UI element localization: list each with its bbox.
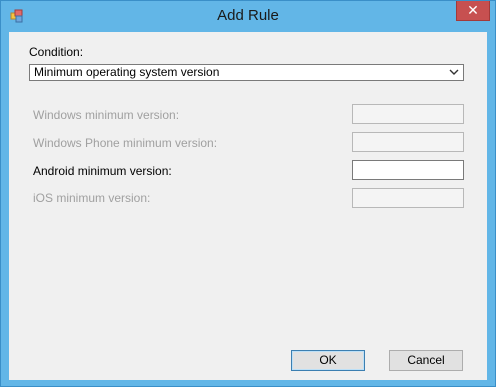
condition-dropdown[interactable]: Minimum operating system version bbox=[29, 64, 464, 81]
windows-min-version-label: Windows minimum version: bbox=[33, 108, 180, 122]
add-rule-dialog: Add Rule ✕ Condition: Minimum operating … bbox=[0, 0, 496, 387]
windows-phone-min-version-field bbox=[352, 132, 464, 152]
windows-min-version-field bbox=[352, 104, 464, 124]
android-min-version-label: Android minimum version: bbox=[33, 164, 172, 178]
dialog-content: Condition: Minimum operating system vers… bbox=[9, 32, 487, 380]
chevron-down-icon bbox=[449, 69, 459, 75]
condition-selected-value: Minimum operating system version bbox=[34, 65, 220, 79]
title-bar[interactable]: Add Rule ✕ bbox=[1, 1, 495, 31]
ios-min-version-field bbox=[352, 188, 464, 208]
ok-button[interactable]: OK bbox=[291, 350, 365, 371]
windows-phone-min-version-label: Windows Phone minimum version: bbox=[33, 136, 218, 150]
cancel-button[interactable]: Cancel bbox=[389, 350, 463, 371]
window-title: Add Rule bbox=[217, 7, 279, 24]
android-min-version-field[interactable] bbox=[352, 160, 464, 180]
condition-label: Condition: bbox=[29, 45, 84, 59]
ios-min-version-label: iOS minimum version: bbox=[33, 191, 151, 205]
close-button[interactable]: ✕ bbox=[456, 1, 490, 21]
